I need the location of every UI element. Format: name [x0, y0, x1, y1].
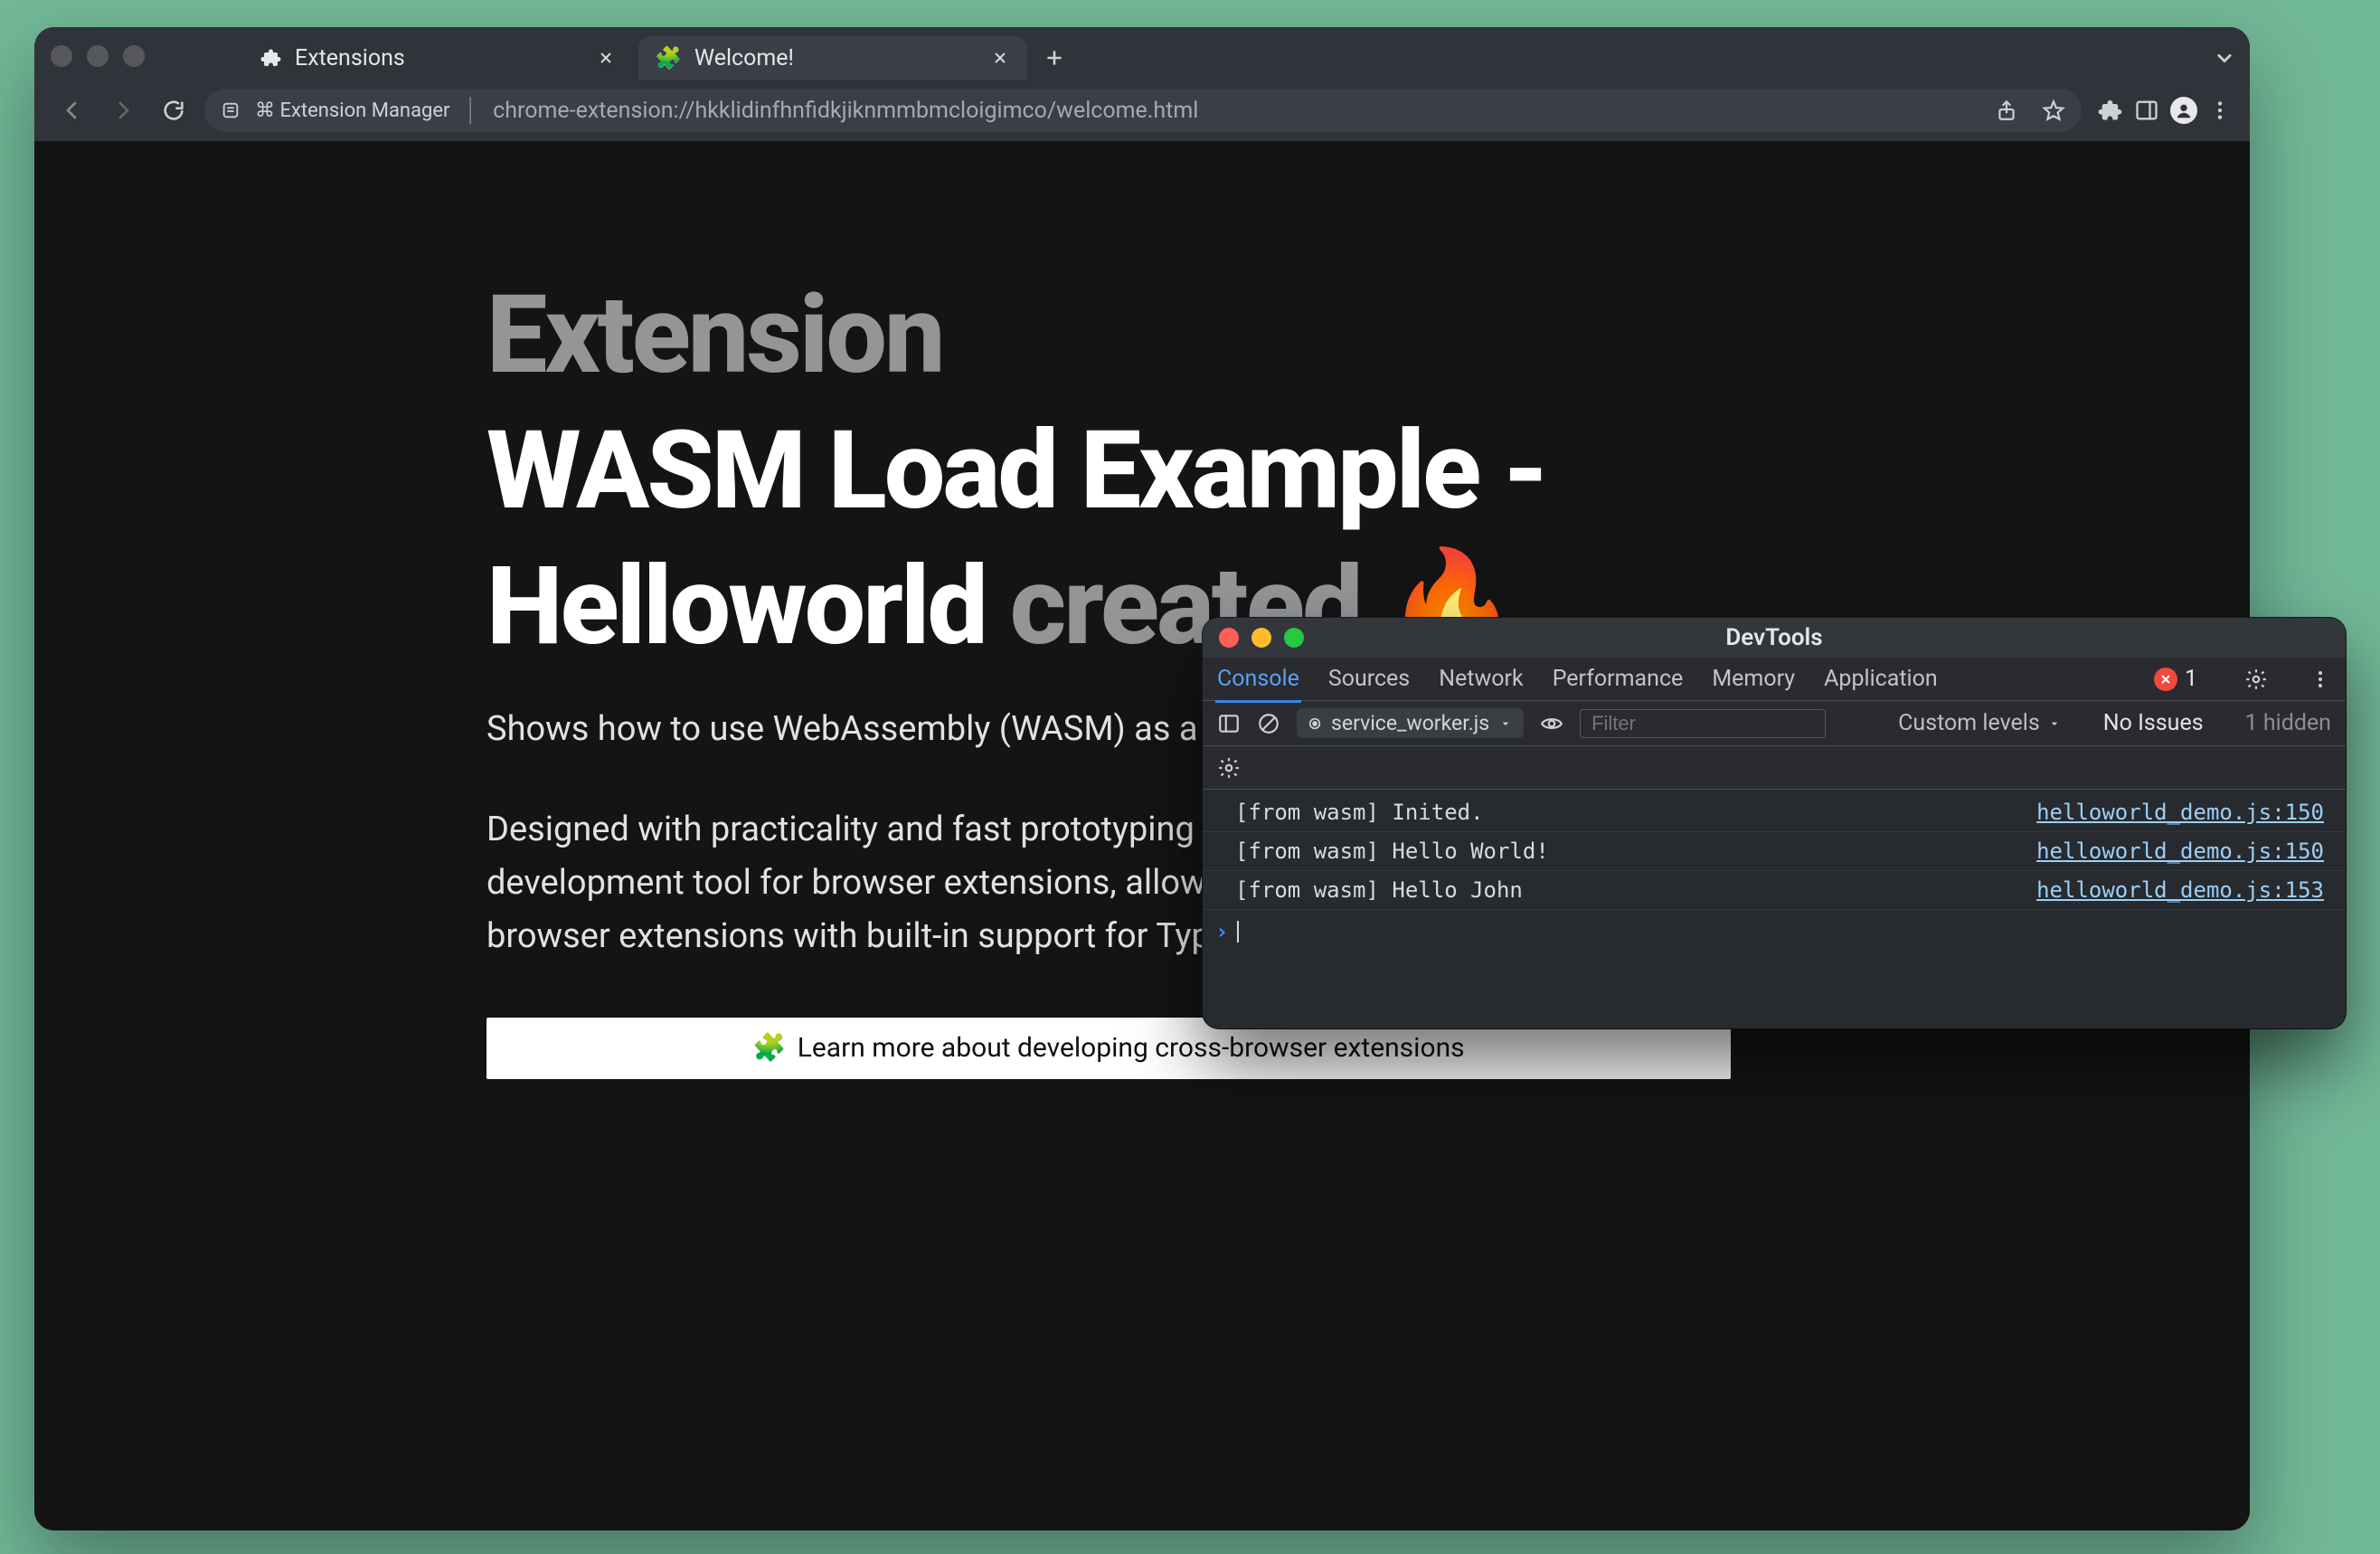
page-heading: Extension WASM Load Example - Helloworld… [486, 268, 1731, 675]
new-tab-button[interactable] [1040, 43, 1069, 72]
kebab-menu-icon[interactable] [2208, 99, 2232, 122]
back-button[interactable] [52, 90, 92, 130]
log-levels-selector[interactable]: Custom levels [1898, 710, 2062, 736]
console-log-row: [from wasm] Hello World! helloworld_demo… [1203, 832, 2346, 871]
close-window-icon[interactable] [51, 45, 72, 67]
tab-title: Extensions [295, 45, 405, 71]
devtools-titlebar[interactable]: DevTools [1203, 618, 2346, 658]
tabs-overflow-button[interactable] [2212, 45, 2237, 71]
reload-button[interactable] [154, 90, 194, 130]
tab-title: Welcome! [694, 45, 794, 71]
toolbar: ⌘ Extension Manager │ chrome-extension:/… [34, 80, 2250, 141]
issues-button[interactable]: No Issues [2103, 710, 2204, 736]
cursor [1237, 921, 1239, 943]
log-message: [from wasm] Inited. [1235, 800, 1484, 825]
console-settings-icon[interactable] [1217, 756, 1241, 780]
console-prompt[interactable]: › [1203, 910, 2346, 953]
hidden-count: 1 hidden [2245, 710, 2331, 736]
clear-console-icon[interactable] [1257, 712, 1280, 735]
log-message: [from wasm] Hello World! [1235, 839, 1549, 864]
forward-button[interactable] [103, 90, 143, 130]
browser-chrome: Extensions 🧩 Welcome! [34, 27, 2250, 141]
kebab-menu-icon[interactable] [2309, 668, 2331, 690]
log-source-link[interactable]: helloworld_demo.js:150 [2036, 839, 2324, 864]
error-count-value: 1 [2185, 666, 2197, 692]
close-tab-icon[interactable] [991, 49, 1009, 67]
bookmark-icon[interactable] [2042, 99, 2065, 122]
cta-label: Learn more about developing cross-browse… [798, 1032, 1465, 1064]
puzzle-icon [260, 47, 282, 69]
log-message: [from wasm] Hello John [1235, 877, 1523, 903]
tab-network[interactable]: Network [1439, 666, 1523, 692]
puzzle-emoji-icon: 🧩 [655, 45, 682, 71]
devtools-window-controls[interactable] [1219, 628, 1304, 648]
context-selector[interactable]: service_worker.js [1297, 708, 1524, 738]
devtools-window: DevTools Console Sources Network Perform… [1203, 618, 2346, 1028]
console-output: [from wasm] Inited. helloworld_demo.js:1… [1203, 790, 2346, 953]
extensions-icon[interactable] [2098, 98, 2123, 123]
log-source-link[interactable]: helloworld_demo.js:153 [2036, 877, 2324, 903]
console-controls-row2 [1203, 746, 2346, 790]
toggle-sidebar-icon[interactable] [1217, 712, 1241, 735]
error-icon [2154, 668, 2177, 691]
url-text: chrome-extension://hkklidinfhnfidkjiknmm… [493, 98, 1198, 124]
tab-welcome[interactable]: 🧩 Welcome! [638, 36, 1027, 80]
divider: │ [465, 98, 479, 124]
minimize-window-icon[interactable] [87, 45, 109, 67]
toolbar-right [2098, 97, 2232, 124]
prompt-caret-icon: › [1215, 919, 1228, 944]
close-window-icon[interactable] [1219, 628, 1239, 648]
tab-strip: Extensions 🧩 Welcome! [34, 27, 2250, 80]
tab-extensions[interactable]: Extensions [244, 36, 633, 80]
filter-input[interactable] [1580, 709, 1826, 738]
devtools-title: DevTools [1725, 624, 1822, 651]
log-source-link[interactable]: helloworld_demo.js:150 [2036, 800, 2324, 825]
page-title-chip: ⌘ Extension Manager [255, 99, 450, 122]
site-info-icon[interactable] [221, 100, 241, 120]
share-icon[interactable] [1995, 99, 2018, 122]
tab-performance[interactable]: Performance [1553, 666, 1684, 692]
tab-sources[interactable]: Sources [1328, 666, 1410, 692]
settings-icon[interactable] [2244, 668, 2268, 691]
levels-label: Custom levels [1898, 710, 2040, 736]
maximize-window-icon[interactable] [1284, 628, 1304, 648]
puzzle-emoji-icon: 🧩 [752, 1032, 786, 1064]
error-count[interactable]: 1 [2154, 666, 2197, 692]
devtools-tabs: Console Sources Network Performance Memo… [1203, 658, 2346, 701]
close-tab-icon[interactable] [597, 49, 615, 67]
address-bar[interactable]: ⌘ Extension Manager │ chrome-extension:/… [204, 89, 2082, 132]
live-expression-icon[interactable] [1540, 712, 1563, 735]
profile-icon[interactable] [2170, 97, 2197, 124]
console-log-row: [from wasm] Inited. helloworld_demo.js:1… [1203, 793, 2346, 832]
tab-memory[interactable]: Memory [1712, 666, 1795, 692]
window-controls[interactable] [51, 45, 145, 67]
console-controls: service_worker.js Custom levels No Issue… [1203, 701, 2346, 746]
tab-console[interactable]: Console [1217, 666, 1299, 692]
minimize-window-icon[interactable] [1251, 628, 1271, 648]
context-label: service_worker.js [1331, 711, 1489, 735]
maximize-window-icon[interactable] [123, 45, 145, 67]
sidepanel-icon[interactable] [2134, 98, 2159, 123]
heading-line-1: Extension [486, 268, 1731, 403]
console-log-row: [from wasm] Hello John helloworld_demo.j… [1203, 871, 2346, 910]
tab-application[interactable]: Application [1824, 666, 1938, 692]
